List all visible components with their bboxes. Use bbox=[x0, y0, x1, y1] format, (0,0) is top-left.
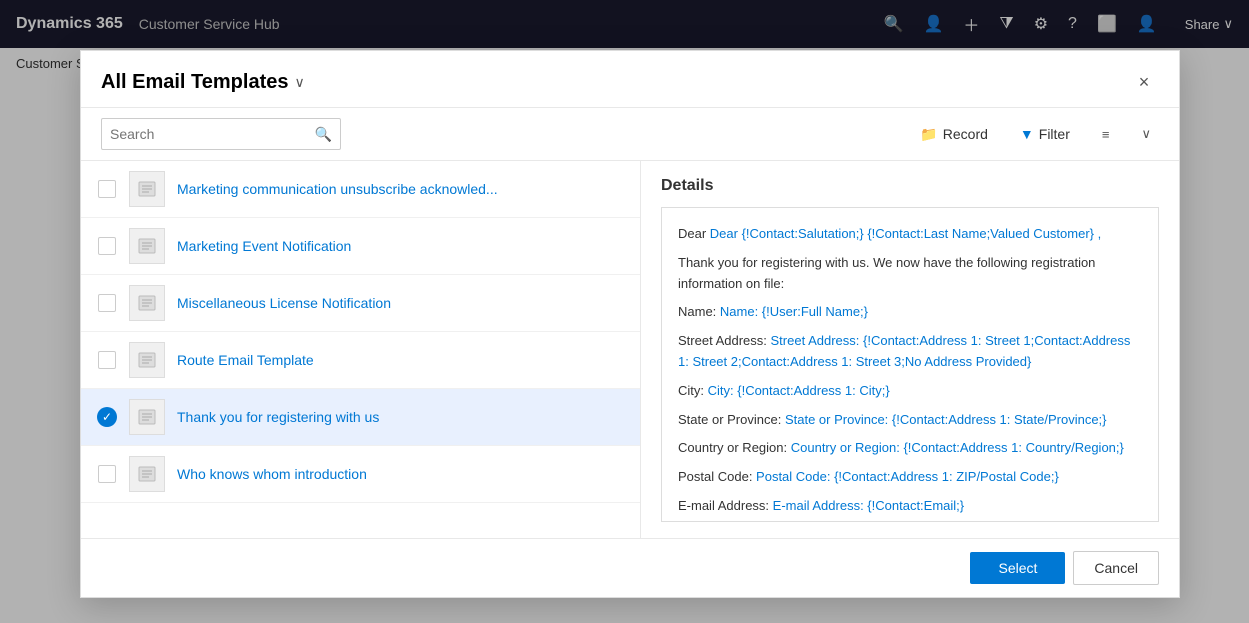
template-field-state: State or Province: {!Contact:Address 1: … bbox=[785, 412, 1107, 427]
select-button[interactable]: Select bbox=[970, 552, 1065, 584]
item-thumbnail-5 bbox=[129, 399, 165, 435]
item-check-3 bbox=[97, 293, 117, 313]
filter-icon: ▼ bbox=[1020, 126, 1034, 142]
template-line-8: Postal Code: Postal Code: {!Contact:Addr… bbox=[678, 467, 1142, 488]
item-check-4 bbox=[97, 350, 117, 370]
template-street-label: Street Address: bbox=[678, 333, 771, 348]
item-thumbnail-1 bbox=[129, 171, 165, 207]
view-list-button[interactable]: ≡ bbox=[1094, 123, 1118, 146]
list-item[interactable]: Who knows whom introduction bbox=[81, 446, 640, 503]
unchecked-icon bbox=[98, 351, 116, 369]
item-label-1: Marketing communication unsubscribe ackn… bbox=[177, 181, 624, 197]
template-field-postal: Postal Code: {!Contact:Address 1: ZIP/Po… bbox=[756, 469, 1059, 484]
template-list-pane: Marketing communication unsubscribe ackn… bbox=[81, 161, 641, 538]
toolbar-right: 📁 Record ▼ Filter ≡ ∨ bbox=[912, 122, 1159, 147]
template-field-name: Name: {!User:Full Name;} bbox=[720, 304, 868, 319]
template-city-label: City: bbox=[678, 383, 708, 398]
details-pane: Details Dear Dear {!Contact:Salutation;}… bbox=[641, 161, 1179, 538]
template-state-label: State or Province: bbox=[678, 412, 785, 427]
template-line-1: Dear Dear {!Contact:Salutation;} {!Conta… bbox=[678, 224, 1142, 245]
list-item[interactable]: Miscellaneous License Notification bbox=[81, 275, 640, 332]
template-field-1: Dear {!Contact:Salutation;} {!Contact:La… bbox=[710, 226, 1101, 241]
template-line-3: Name: Name: {!User:Full Name;} bbox=[678, 302, 1142, 323]
template-line-5: City: City: {!Contact:Address 1: City;} bbox=[678, 381, 1142, 402]
modal-title: All Email Templates bbox=[101, 71, 288, 94]
item-label-5: Thank you for registering with us bbox=[177, 409, 624, 425]
item-thumbnail-4 bbox=[129, 342, 165, 378]
item-label-6: Who knows whom introduction bbox=[177, 466, 624, 482]
template-email-label: E-mail Address: bbox=[678, 498, 773, 513]
item-thumbnail-3 bbox=[129, 285, 165, 321]
template-field-city: City: {!Contact:Address 1: City;} bbox=[708, 383, 890, 398]
record-button[interactable]: 📁 Record bbox=[912, 122, 996, 147]
list-item[interactable]: Marketing Event Notification bbox=[81, 218, 640, 275]
details-content: Dear Dear {!Contact:Salutation;} {!Conta… bbox=[661, 207, 1159, 522]
unchecked-icon bbox=[98, 294, 116, 312]
record-icon: 📁 bbox=[920, 126, 937, 143]
item-check-2 bbox=[97, 236, 117, 256]
template-line-4: Street Address: Street Address: {!Contac… bbox=[678, 331, 1142, 373]
unchecked-icon bbox=[98, 465, 116, 483]
template-line-9: E-mail Address: E-mail Address: {!Contac… bbox=[678, 496, 1142, 517]
template-country-label: Country or Region: bbox=[678, 440, 791, 455]
checked-icon: ✓ bbox=[97, 407, 117, 427]
item-thumbnail-2 bbox=[129, 228, 165, 264]
list-item[interactable]: Route Email Template bbox=[81, 332, 640, 389]
record-label: Record bbox=[943, 126, 988, 142]
item-label-2: Marketing Event Notification bbox=[177, 238, 624, 254]
toggle-view-icon: ∨ bbox=[1141, 126, 1151, 142]
modal-close-button[interactable]: × bbox=[1129, 67, 1159, 97]
modal-footer: Select Cancel bbox=[81, 538, 1179, 597]
item-check-6 bbox=[97, 464, 117, 484]
template-line-7: Country or Region: Country or Region: {!… bbox=[678, 438, 1142, 459]
item-label-4: Route Email Template bbox=[177, 352, 624, 368]
unchecked-icon bbox=[98, 237, 116, 255]
template-text-static-1: Dear bbox=[678, 226, 710, 241]
modal-toolbar: 🔍 📁 Record ▼ Filter ≡ ∨ bbox=[81, 108, 1179, 161]
list-item[interactable]: Marketing communication unsubscribe ackn… bbox=[81, 161, 640, 218]
modal-title-chevron-icon[interactable]: ∨ bbox=[294, 74, 304, 91]
item-check-1 bbox=[97, 179, 117, 199]
details-title: Details bbox=[661, 177, 1159, 195]
modal-title-row: All Email Templates ∨ bbox=[101, 71, 305, 94]
filter-label: Filter bbox=[1039, 126, 1070, 142]
cancel-button[interactable]: Cancel bbox=[1073, 551, 1159, 585]
search-icon: 🔍 bbox=[315, 126, 332, 143]
template-postal-label: Postal Code: bbox=[678, 469, 756, 484]
template-name-label: Name: bbox=[678, 304, 720, 319]
template-line-6: State or Province: State or Province: {!… bbox=[678, 410, 1142, 431]
template-text-static-2: Thank you for registering with us. We no… bbox=[678, 255, 1095, 291]
modal-body: Marketing communication unsubscribe ackn… bbox=[81, 161, 1179, 538]
item-thumbnail-6 bbox=[129, 456, 165, 492]
template-line-2: Thank you for registering with us. We no… bbox=[678, 253, 1142, 295]
modal-header: All Email Templates ∨ × bbox=[81, 51, 1179, 108]
template-field-country: Country or Region: {!Contact:Address 1: … bbox=[791, 440, 1124, 455]
filter-button[interactable]: ▼ Filter bbox=[1012, 122, 1078, 146]
item-label-3: Miscellaneous License Notification bbox=[177, 295, 624, 311]
email-templates-modal: All Email Templates ∨ × 🔍 📁 Record ▼ Fil… bbox=[80, 50, 1180, 598]
item-check-5: ✓ bbox=[97, 407, 117, 427]
unchecked-icon bbox=[98, 180, 116, 198]
view-toggle-button[interactable]: ∨ bbox=[1133, 122, 1159, 146]
search-box: 🔍 bbox=[101, 118, 341, 150]
search-input[interactable] bbox=[110, 126, 315, 142]
list-item-selected[interactable]: ✓ Thank you for registering with us bbox=[81, 389, 640, 446]
list-view-icon: ≡ bbox=[1102, 127, 1110, 142]
template-field-email: E-mail Address: {!Contact:Email;} bbox=[773, 498, 964, 513]
